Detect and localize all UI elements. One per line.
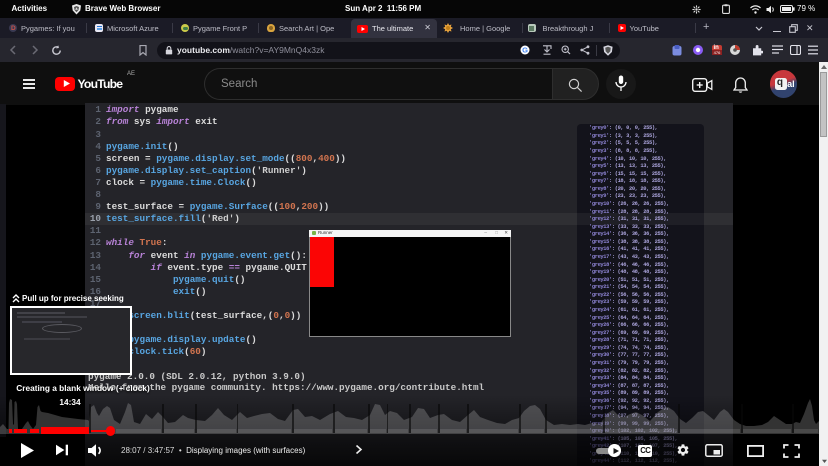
svg-text:G: G — [522, 46, 528, 55]
